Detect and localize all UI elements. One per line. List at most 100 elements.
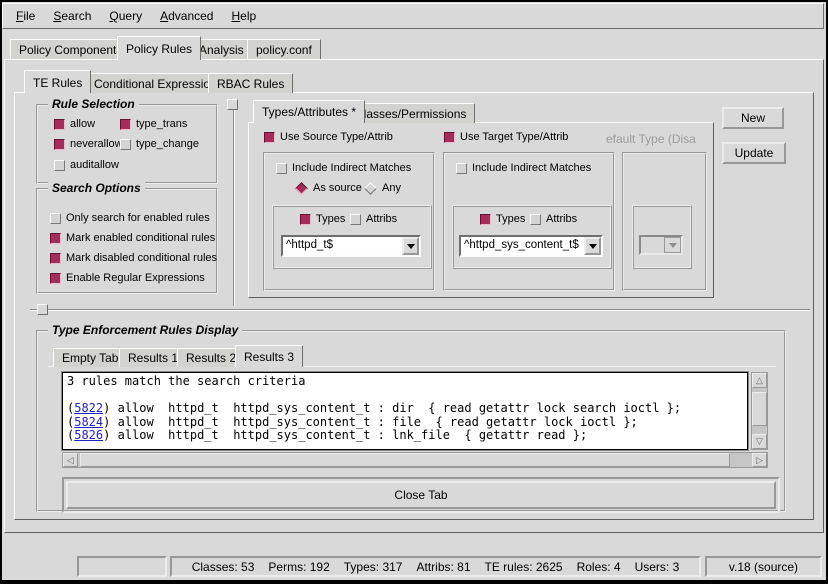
close-tab-frame: Close Tab — [62, 477, 780, 513]
checkbox-include-indirect-target[interactable]: Include Indirect Matches — [456, 162, 591, 174]
vertical-scrollbar[interactable]: △ ▽ — [751, 372, 768, 450]
menu-search[interactable]: Search — [44, 5, 100, 27]
status-types: Types: 317 — [344, 560, 403, 574]
checkbox-source-attribs[interactable]: Attribs — [350, 213, 397, 225]
status-perms: Perms: 192 — [268, 560, 329, 574]
checkbox-only-enabled-rules[interactable]: Only search for enabled rules — [50, 212, 210, 224]
status-roles: Roles: 4 — [577, 560, 621, 574]
target-type-combo-dropdown-button[interactable] — [584, 237, 601, 255]
vertical-sash-handle[interactable] — [227, 99, 238, 110]
blank-line — [67, 389, 747, 403]
target-type-combo-input[interactable]: ^httpd_sys_content_t$ — [461, 237, 584, 255]
source-type-combobox: ^httpd_t$ — [281, 235, 421, 257]
checkbox-indicator — [50, 213, 61, 224]
rule-id-link[interactable]: 5822 — [74, 401, 103, 415]
status-attribs: Attribs: 81 — [416, 560, 470, 574]
radio-any[interactable]: Any — [364, 182, 401, 194]
rule-id-link[interactable]: 5824 — [74, 415, 103, 429]
checkbox-allow[interactable]: allow — [54, 118, 95, 130]
tab-policy-components[interactable]: Policy Components — [10, 39, 131, 59]
checkbox-target-attribs[interactable]: Attribs — [530, 213, 577, 225]
vertical-scrollbar-thumb[interactable] — [752, 392, 767, 426]
horizontal-scrollbar[interactable]: ◁ ▷ — [62, 452, 768, 468]
vertical-sash-line — [233, 100, 235, 306]
target-frame: Include Indirect Matches Types Attribs ^… — [443, 152, 615, 291]
rule-line: (5824) allow httpd_t httpd_sys_content_t… — [67, 416, 747, 430]
tab-types-attributes[interactable]: Types/Attributes * — [253, 100, 365, 123]
checkbox-indicator — [350, 214, 361, 225]
checkbox-use-target-type[interactable]: Use Target Type/Attrib — [444, 131, 568, 143]
menu-advanced[interactable]: Advanced — [151, 5, 222, 27]
checkbox-type-change[interactable]: type_change — [120, 138, 199, 150]
checkbox-indicator — [530, 214, 541, 225]
menu-query[interactable]: Query — [100, 5, 151, 27]
status-version: v.18 (source) — [729, 560, 798, 574]
group-search-options-title: Search Options — [48, 181, 145, 195]
tab-rbac-rules[interactable]: RBAC Rules — [208, 73, 293, 93]
new-button[interactable]: New — [722, 107, 784, 129]
checkbox-mark-enabled-conditional[interactable]: Mark enabled conditional rules — [50, 232, 215, 244]
default-type-combo-input — [641, 237, 664, 253]
checkbox-indicator — [50, 253, 61, 264]
update-button[interactable]: Update — [722, 142, 786, 164]
tab-policy-conf[interactable]: policy.conf — [247, 39, 321, 59]
checkbox-target-types[interactable]: Types — [480, 213, 525, 225]
scroll-up-icon[interactable]: △ — [752, 373, 767, 388]
checkbox-neverallow[interactable]: neverallow — [54, 138, 123, 150]
status-te-rules: TE rules: 2625 — [485, 560, 563, 574]
tab-results-3[interactable]: Results 3 — [235, 345, 303, 367]
vertical-scrollbar-trough[interactable] — [752, 388, 767, 434]
results-text-area[interactable]: 3 rules match the search criteria (5822)… — [62, 372, 748, 450]
checkbox-source-types[interactable]: Types — [300, 213, 345, 225]
group-search-options: Search Options Only search for enabled r… — [36, 188, 218, 294]
tab-classes-permissions[interactable]: Classes/Permissions — [346, 103, 475, 123]
checkbox-indicator — [54, 119, 65, 130]
source-type-combo-input[interactable]: ^httpd_t$ — [283, 237, 402, 255]
tab-te-rules[interactable]: TE Rules — [24, 70, 91, 93]
radio-indicator — [295, 182, 308, 195]
checkbox-include-indirect-source[interactable]: Include Indirect Matches — [276, 162, 411, 174]
horizontal-sash-line — [30, 309, 810, 311]
menu-file[interactable]: File — [7, 5, 44, 27]
horizontal-scrollbar-trough[interactable] — [78, 453, 752, 467]
results-summary: 3 rules match the search criteria — [67, 375, 747, 389]
checkbox-indicator — [444, 132, 455, 143]
target-types-frame: Types Attribs ^httpd_sys_content_t$ — [452, 205, 612, 269]
checkbox-indicator — [264, 132, 275, 143]
rule-id-link[interactable]: 5826 — [74, 428, 103, 442]
checkbox-indicator — [54, 139, 65, 150]
checkbox-enable-regex[interactable]: Enable Regular Expressions — [50, 272, 205, 284]
status-version-segment: v.18 (source) — [705, 556, 822, 577]
close-tab-button[interactable]: Close Tab — [66, 481, 776, 509]
scroll-down-icon[interactable]: ▽ — [752, 434, 767, 449]
radio-indicator — [364, 182, 377, 195]
checkbox-auditallow[interactable]: auditallow — [54, 159, 119, 171]
dropdown-arrow-icon — [669, 243, 677, 248]
scroll-left-icon[interactable]: ◁ — [63, 453, 78, 467]
scroll-right-icon[interactable]: ▷ — [752, 453, 767, 467]
horizontal-sash-handle[interactable] — [37, 304, 48, 315]
checkbox-use-source-type[interactable]: Use Source Type/Attrib — [264, 131, 393, 143]
default-type-combo-dropdown-button — [664, 237, 681, 253]
checkbox-indicator — [480, 214, 491, 225]
rule-line: (5822) allow httpd_t httpd_sys_content_t… — [67, 402, 747, 416]
horizontal-scrollbar-thumb[interactable] — [80, 453, 730, 467]
radio-as-source[interactable]: As source — [295, 182, 362, 194]
menu-help[interactable]: Help — [222, 5, 265, 27]
checkbox-indicator — [120, 139, 131, 150]
group-rule-selection: Rule Selection allow type_trans neverall… — [36, 104, 218, 184]
checkbox-mark-disabled-conditional[interactable]: Mark disabled conditional rules — [50, 252, 217, 264]
source-types-frame: Types Attribs ^httpd_t$ — [272, 205, 432, 269]
source-type-combo-dropdown-button[interactable] — [402, 237, 419, 255]
default-type-label: efault Type (Disa — [606, 132, 712, 146]
tab-policy-rules[interactable]: Policy Rules — [117, 36, 201, 60]
checkbox-indicator — [54, 160, 65, 171]
default-type-frame — [622, 152, 707, 291]
rule-line: (5826) allow httpd_t httpd_sys_content_t… — [67, 429, 747, 443]
tab-results-empty[interactable]: Empty Tab — [53, 348, 127, 367]
checkbox-indicator — [300, 214, 311, 225]
checkbox-type-trans[interactable]: type_trans — [120, 118, 187, 130]
dropdown-arrow-icon — [589, 244, 597, 249]
checkbox-indicator — [50, 273, 61, 284]
checkbox-indicator — [276, 163, 287, 174]
